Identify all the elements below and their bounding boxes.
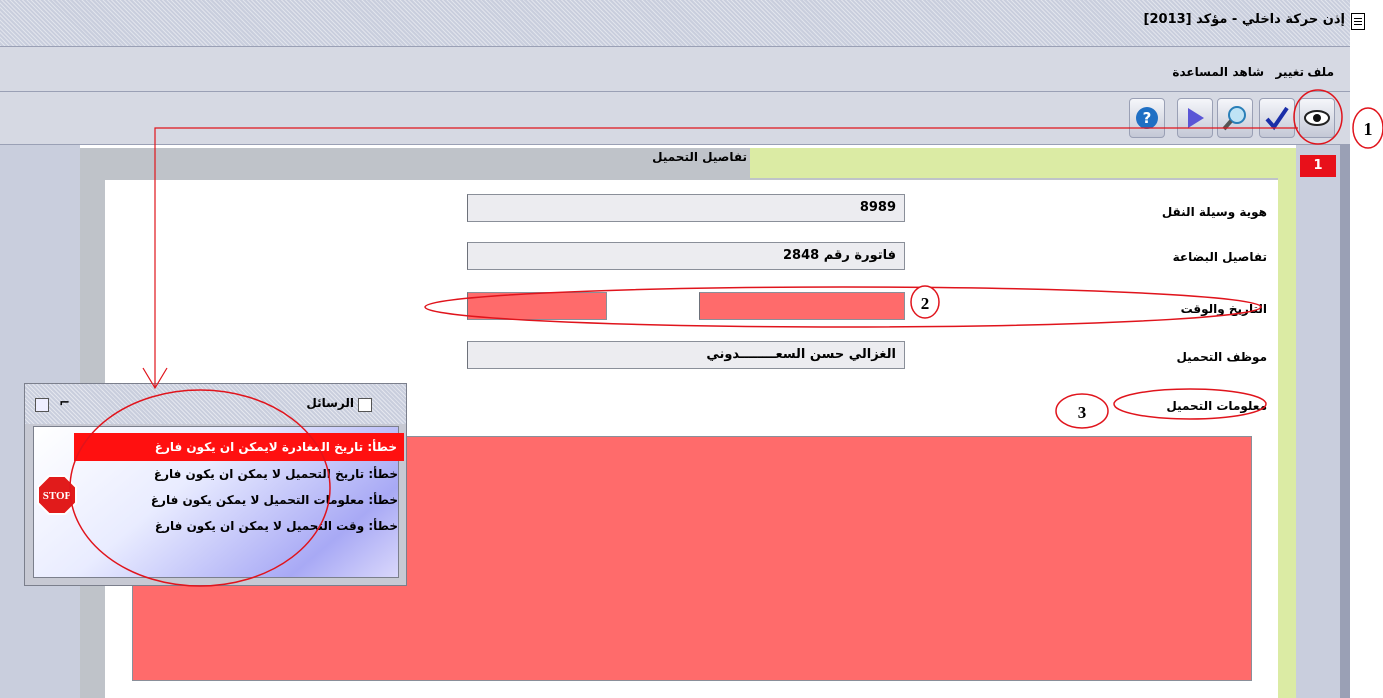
messages-list-panel: STOP خطأ: تاريخ المغادرة لايمكن ان يكون …	[33, 426, 404, 578]
help-icon: ?	[1136, 107, 1158, 129]
menu-help[interactable]: المساعدة	[1172, 65, 1228, 79]
dialog-window-icon	[358, 398, 372, 412]
annotation-marker-1-text: 1	[1364, 119, 1373, 139]
vertical-scrollbar[interactable]	[1340, 145, 1350, 698]
play-icon	[1188, 108, 1204, 128]
menu-edit[interactable]: تغيير	[1275, 65, 1304, 79]
dialog-restore-icon[interactable]: ⌐	[59, 396, 70, 411]
message-item[interactable]: خطأ: تاريخ المغادرة لايمكن ان يكون فارغ	[74, 433, 404, 461]
messages-dialog: ⌐ الرسائل STOP خطأ: تاريخ المغادرة لايمك…	[24, 383, 407, 586]
section-header-bar	[750, 148, 1280, 178]
menu-bar: ملف تغيير شاهد المساعدة	[0, 47, 1350, 92]
stop-sign-icon: STOP	[37, 475, 77, 515]
date-time-label: التاريخ والوقت	[1180, 302, 1267, 316]
search-button[interactable]	[1217, 98, 1253, 138]
menu-view[interactable]: شاهد	[1232, 65, 1264, 79]
date-field[interactable]	[699, 292, 905, 320]
menu-file[interactable]: ملف	[1307, 65, 1334, 79]
run-button[interactable]	[1177, 98, 1213, 138]
confirm-button[interactable]	[1259, 98, 1295, 138]
page-number-badge[interactable]: 1	[1300, 155, 1336, 177]
message-item[interactable]: خطأ: وقت التحميل لا يمكن ان يكون فارغ	[74, 513, 404, 539]
message-item[interactable]: خطأ: تاريخ التحميل لا يمكن ان يكون فارغ	[74, 461, 404, 487]
view-button[interactable]	[1299, 98, 1335, 138]
messages-list: خطأ: تاريخ المغادرة لايمكن ان يكون فارغ …	[74, 433, 404, 539]
messages-dialog-titlebar[interactable]: ⌐ الرسائل	[25, 384, 406, 424]
magnifier-icon	[1222, 106, 1246, 131]
annotation-marker-1	[1352, 107, 1383, 149]
window-title: إذن حركة داخلي - مؤكد [2013]	[1143, 12, 1345, 27]
vehicle-id-label: هوية وسيلة النقل	[1161, 205, 1267, 219]
goods-details-field[interactable]: فاتورة رقم 2848	[467, 242, 905, 270]
eye-icon	[1304, 110, 1330, 126]
document-icon	[1351, 13, 1365, 30]
section-side-bar	[1278, 148, 1296, 698]
check-icon	[1265, 106, 1289, 131]
messages-dialog-title: الرسائل	[306, 396, 354, 410]
stop-sign-text: STOP	[43, 490, 72, 502]
dialog-close-icon[interactable]	[35, 398, 49, 412]
goods-details-label: تفاصيل البضاعة	[1172, 250, 1267, 264]
message-item[interactable]: خطأ: معلومات التحميل لا يمكن يكون فارغ	[74, 487, 404, 513]
help-button[interactable]: ?	[1129, 98, 1165, 138]
svg-text:?: ?	[1143, 109, 1152, 127]
loading-info-label: معلومات التحميل	[1166, 399, 1267, 413]
time-field[interactable]	[467, 292, 607, 320]
loading-employee-label: موظف التحميل	[1176, 350, 1267, 364]
vehicle-id-field[interactable]: 8989	[467, 194, 905, 222]
section-title: تفاصيل التحميل	[652, 150, 747, 164]
workspace-right-margin	[1296, 145, 1340, 698]
loading-employee-field[interactable]: الغزالي حسن السعــــــــدوني	[467, 341, 905, 369]
